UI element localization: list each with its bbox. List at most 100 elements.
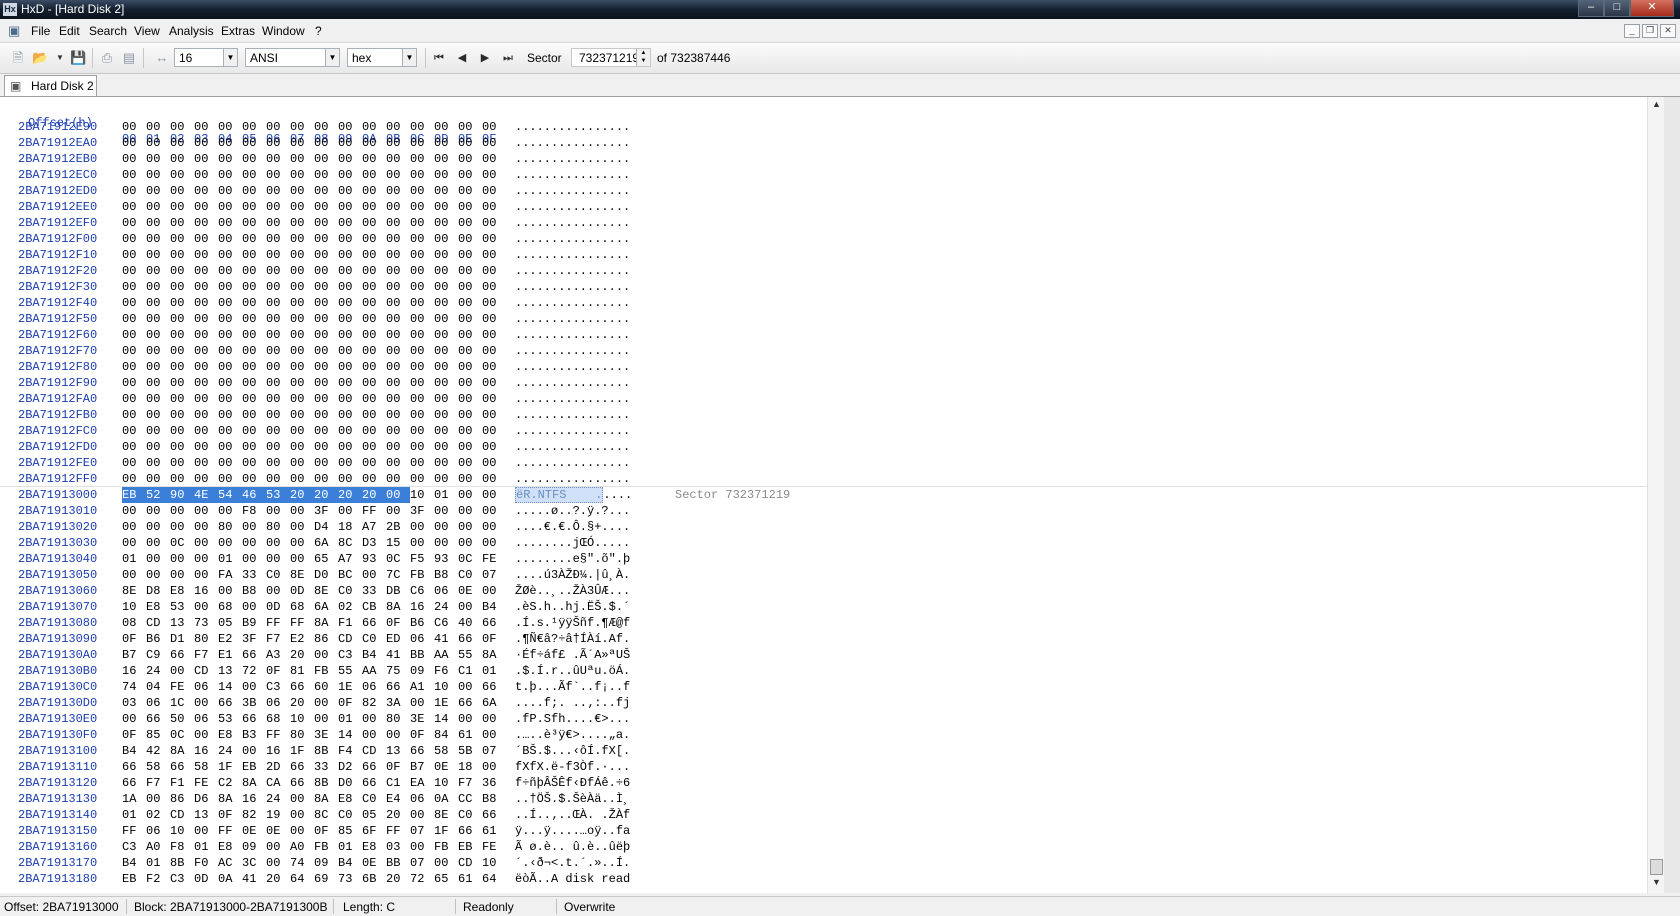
next-sector-icon[interactable]: ▶ xyxy=(477,50,493,66)
hex-byte[interactable]: 00 xyxy=(482,487,506,503)
row-ascii[interactable]: ........e§".õ".þ xyxy=(515,551,630,567)
hex-byte[interactable]: 00 xyxy=(242,327,266,343)
row-ascii[interactable]: .Í.s.¹ÿÿŠñf.¶Æ@f xyxy=(515,615,630,631)
hex-byte[interactable]: A7 xyxy=(338,551,362,567)
bytes-per-row-select[interactable]: 16 ▼ xyxy=(174,48,238,67)
hex-byte[interactable]: F2 xyxy=(146,871,170,887)
hex-byte[interactable]: 66 xyxy=(482,615,506,631)
row-hex-bytes[interactable]: 00 00 00 00 00 F8 00 00 3F 00 FF 00 3F 00 00 00 xyxy=(122,503,506,519)
hex-byte[interactable]: CD xyxy=(146,615,170,631)
hex-byte[interactable]: 00 xyxy=(362,359,386,375)
hex-byte[interactable]: 00 xyxy=(386,343,410,359)
hex-byte[interactable]: 00 xyxy=(242,183,266,199)
hex-byte[interactable]: 0C xyxy=(458,551,482,567)
hex-byte[interactable]: 00 xyxy=(290,279,314,295)
row-hex-bytes[interactable]: 08 CD 13 73 05 B9 FF FF 8A F1 66 0F B6 C6 40 66 xyxy=(122,615,506,631)
hex-byte[interactable]: 00 xyxy=(290,823,314,839)
hex-byte[interactable]: 00 xyxy=(218,535,242,551)
hex-byte[interactable]: 00 xyxy=(170,183,194,199)
hex-byte[interactable]: 07 xyxy=(482,567,506,583)
hex-byte[interactable]: 00 xyxy=(146,791,170,807)
sector-spinner[interactable]: 732371219 ▲ ▼ xyxy=(571,48,651,67)
row-ascii[interactable]: ................ xyxy=(515,135,630,151)
hex-byte[interactable]: 00 xyxy=(362,375,386,391)
hex-byte[interactable]: C1 xyxy=(386,775,410,791)
row-ascii[interactable]: ................ xyxy=(515,423,630,439)
hex-byte[interactable]: 00 xyxy=(146,471,170,487)
hex-byte[interactable]: 00 xyxy=(482,199,506,215)
hex-byte[interactable]: 00 xyxy=(362,199,386,215)
row-ascii[interactable]: ................ xyxy=(515,215,630,231)
hex-byte[interactable]: 00 xyxy=(362,711,386,727)
hex-byte[interactable]: 00 xyxy=(314,471,338,487)
first-sector-icon[interactable]: ⏮ xyxy=(431,50,447,66)
row-hex-bytes[interactable]: 00 00 00 00 00 00 00 00 00 00 00 00 00 00 00 00 xyxy=(122,247,506,263)
hex-byte[interactable]: F1 xyxy=(338,615,362,631)
hex-byte[interactable]: 00 xyxy=(338,359,362,375)
hex-byte[interactable]: 00 xyxy=(314,135,338,151)
hex-byte[interactable]: 00 xyxy=(290,359,314,375)
hex-byte[interactable]: 16 xyxy=(410,599,434,615)
hex-byte[interactable]: 07 xyxy=(410,823,434,839)
row-ascii[interactable]: ................ xyxy=(515,183,630,199)
hex-byte[interactable]: 60 xyxy=(314,679,338,695)
hex-byte[interactable]: EB xyxy=(242,759,266,775)
hex-byte[interactable]: 00 xyxy=(386,375,410,391)
hex-byte[interactable]: 00 xyxy=(122,135,146,151)
hex-byte[interactable]: 00 xyxy=(362,327,386,343)
hex-byte[interactable]: 00 xyxy=(482,423,506,439)
hex-byte[interactable]: F1 xyxy=(170,775,194,791)
maximize-icon[interactable]: □ xyxy=(1604,0,1630,17)
hex-byte[interactable]: 3F xyxy=(314,503,338,519)
hex-byte[interactable]: 00 xyxy=(170,375,194,391)
hex-byte[interactable]: FA xyxy=(218,567,242,583)
hex-byte[interactable]: 00 xyxy=(410,247,434,263)
hex-byte[interactable]: 6A xyxy=(482,695,506,711)
hex-byte[interactable]: 00 xyxy=(482,439,506,455)
hex-byte[interactable]: 00 xyxy=(146,279,170,295)
row-hex-bytes[interactable]: 00 66 50 06 53 66 68 10 00 01 00 80 3E 14 00 00 xyxy=(122,711,506,727)
hex-byte[interactable]: 40 xyxy=(458,615,482,631)
hex-byte[interactable]: 00 xyxy=(194,167,218,183)
hex-byte[interactable]: 00 xyxy=(410,311,434,327)
hex-byte[interactable]: 13 xyxy=(194,807,218,823)
hex-byte[interactable]: 00 xyxy=(266,455,290,471)
row-ascii[interactable]: ................ xyxy=(515,439,630,455)
hex-byte[interactable]: 02 xyxy=(146,807,170,823)
hex-byte[interactable]: C0 xyxy=(458,567,482,583)
hex-byte[interactable]: 00 xyxy=(386,487,410,503)
hex-byte[interactable]: 20 xyxy=(314,487,338,503)
hex-byte[interactable]: 00 xyxy=(338,247,362,263)
hex-byte[interactable]: 00 xyxy=(194,119,218,135)
hex-byte[interactable]: 00 xyxy=(362,343,386,359)
hex-byte[interactable]: 00 xyxy=(146,183,170,199)
hex-byte[interactable]: 10 xyxy=(170,823,194,839)
hex-byte[interactable]: 00 xyxy=(482,583,506,599)
hex-byte[interactable]: 00 xyxy=(218,279,242,295)
hex-byte[interactable]: 00 xyxy=(266,407,290,423)
row-hex-bytes[interactable]: 00 00 00 00 00 00 00 00 00 00 00 00 00 00 00 00 xyxy=(122,119,506,135)
hex-byte[interactable]: 00 xyxy=(218,359,242,375)
hex-byte[interactable]: 00 xyxy=(170,423,194,439)
hex-byte[interactable]: 00 xyxy=(458,327,482,343)
hex-byte[interactable]: 01 xyxy=(218,551,242,567)
hex-byte[interactable]: 00 xyxy=(146,567,170,583)
hex-byte[interactable]: 00 xyxy=(242,263,266,279)
hex-byte[interactable]: C6 xyxy=(410,583,434,599)
hex-byte[interactable]: 00 xyxy=(170,519,194,535)
hex-byte[interactable]: 00 xyxy=(290,119,314,135)
row-ascii[interactable]: ....ú3ÀŽÐ¼.|û¸À. xyxy=(515,567,630,583)
hex-byte[interactable]: 00 xyxy=(386,119,410,135)
hex-byte[interactable]: 00 xyxy=(482,119,506,135)
hex-byte[interactable]: 00 xyxy=(266,119,290,135)
hex-byte[interactable]: 0E xyxy=(434,759,458,775)
hex-byte[interactable]: 8E xyxy=(434,807,458,823)
hex-byte[interactable]: 14 xyxy=(218,679,242,695)
hex-byte[interactable]: EB xyxy=(122,487,146,503)
menu-window[interactable]: Window xyxy=(262,24,305,38)
hex-byte[interactable]: 00 xyxy=(386,247,410,263)
hex-byte[interactable]: 00 xyxy=(266,295,290,311)
hex-byte[interactable]: 00 xyxy=(482,391,506,407)
hex-byte[interactable]: 00 xyxy=(434,183,458,199)
hex-byte[interactable]: 03 xyxy=(386,839,410,855)
